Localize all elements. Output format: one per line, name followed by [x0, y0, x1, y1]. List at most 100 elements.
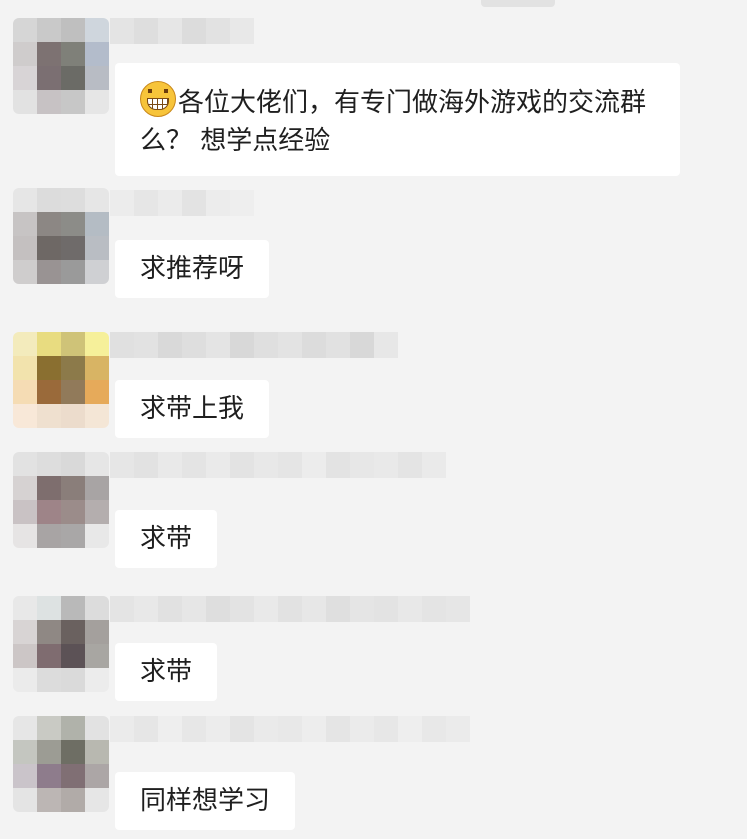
- avatar[interactable]: [13, 18, 109, 114]
- avatar-pixel: [13, 404, 37, 428]
- name-pixel: [422, 596, 446, 622]
- avatar-pixel: [37, 188, 61, 212]
- avatar-pixel: [85, 260, 109, 284]
- message-text: 求带: [140, 657, 193, 687]
- name-pixel: [134, 452, 158, 478]
- name-pixel: [110, 18, 134, 44]
- name-pixel: [302, 452, 326, 478]
- avatar-pixel: [37, 740, 61, 764]
- avatar-pixel: [85, 212, 109, 236]
- chat-message-list[interactable]: 各位大佬们，有专门做海外游戏的交流群么？ 想学点经验 求推荐呀 求带上我 求带 …: [0, 0, 747, 839]
- avatar-pixel: [61, 332, 85, 356]
- avatar-pixel: [85, 66, 109, 90]
- avatar-pixel: [13, 260, 37, 284]
- avatar-pixel: [37, 620, 61, 644]
- avatar-pixel: [85, 668, 109, 692]
- name-pixel: [326, 596, 350, 622]
- name-pixel: [374, 596, 398, 622]
- name-pixel: [110, 596, 134, 622]
- name-pixel: [206, 452, 230, 478]
- message-bubble[interactable]: 同样想学习: [115, 772, 296, 830]
- name-pixel: [422, 452, 446, 478]
- name-pixel: [206, 596, 230, 622]
- avatar-pixel: [61, 356, 85, 380]
- name-pixel: [182, 452, 206, 478]
- sender-name-blurred: [110, 190, 254, 216]
- message-bubble[interactable]: 求带上我: [115, 380, 270, 438]
- avatar-pixel: [37, 66, 61, 90]
- name-pixel: [158, 190, 182, 216]
- grinning-face-icon: [140, 81, 176, 117]
- avatar-pixel: [61, 236, 85, 260]
- avatar-pixel: [37, 332, 61, 356]
- avatar-pixel: [61, 524, 85, 548]
- name-pixel: [206, 332, 230, 358]
- name-pixel: [110, 332, 134, 358]
- sender-name-blurred: [110, 596, 470, 622]
- avatar-pixel: [61, 668, 85, 692]
- avatar-pixel: [37, 596, 61, 620]
- avatar[interactable]: [13, 452, 109, 548]
- avatar-pixel: [61, 716, 85, 740]
- avatar-pixel: [13, 356, 37, 380]
- name-pixel: [182, 596, 206, 622]
- avatar-pixel: [85, 596, 109, 620]
- name-pixel: [134, 716, 158, 742]
- avatar-pixel: [61, 740, 85, 764]
- message-bubble[interactable]: 求带: [115, 510, 218, 568]
- avatar-pixel: [85, 764, 109, 788]
- name-pixel: [398, 452, 422, 478]
- name-pixel: [326, 332, 350, 358]
- name-pixel: [326, 716, 350, 742]
- sender-name-blurred: [110, 716, 470, 742]
- avatar-pixel: [37, 380, 61, 404]
- avatar-pixel: [85, 716, 109, 740]
- avatar-pixel: [85, 524, 109, 548]
- name-pixel: [206, 18, 230, 44]
- avatar-pixel: [85, 188, 109, 212]
- name-pixel: [254, 452, 278, 478]
- name-pixel: [134, 332, 158, 358]
- avatar-pixel: [13, 476, 37, 500]
- name-pixel: [278, 596, 302, 622]
- avatar-pixel: [13, 212, 37, 236]
- avatar[interactable]: [13, 332, 109, 428]
- name-pixel: [110, 452, 134, 478]
- avatar[interactable]: [13, 716, 109, 812]
- avatar-pixel: [37, 212, 61, 236]
- avatar-pixel: [85, 90, 109, 114]
- avatar-pixel: [13, 788, 37, 812]
- name-pixel: [398, 596, 422, 622]
- name-pixel: [134, 596, 158, 622]
- message-bubble[interactable]: 各位大佬们，有专门做海外游戏的交流群么？ 想学点经验: [115, 63, 680, 176]
- avatar-pixel: [13, 740, 37, 764]
- name-pixel: [134, 18, 158, 44]
- name-pixel: [374, 716, 398, 742]
- name-pixel: [182, 18, 206, 44]
- avatar-pixel: [13, 524, 37, 548]
- name-pixel: [278, 332, 302, 358]
- avatar-pixel: [13, 596, 37, 620]
- avatar-pixel: [13, 332, 37, 356]
- avatar[interactable]: [13, 188, 109, 284]
- avatar-pixel: [85, 500, 109, 524]
- name-pixel: [254, 332, 278, 358]
- name-pixel: [326, 452, 350, 478]
- avatar-pixel: [85, 236, 109, 260]
- avatar-pixel: [37, 788, 61, 812]
- avatar[interactable]: [13, 596, 109, 692]
- message-bubble[interactable]: 求带: [115, 643, 218, 701]
- avatar-pixel: [61, 66, 85, 90]
- message-bubble[interactable]: 求推荐呀: [115, 240, 270, 298]
- avatar-pixel: [85, 644, 109, 668]
- name-pixel: [182, 332, 206, 358]
- name-pixel: [254, 596, 278, 622]
- name-pixel: [350, 716, 374, 742]
- avatar-pixel: [13, 380, 37, 404]
- name-pixel: [158, 716, 182, 742]
- avatar-pixel: [13, 236, 37, 260]
- previous-message-edge: [481, 0, 555, 7]
- name-pixel: [374, 332, 398, 358]
- name-pixel: [254, 716, 278, 742]
- avatar-pixel: [85, 42, 109, 66]
